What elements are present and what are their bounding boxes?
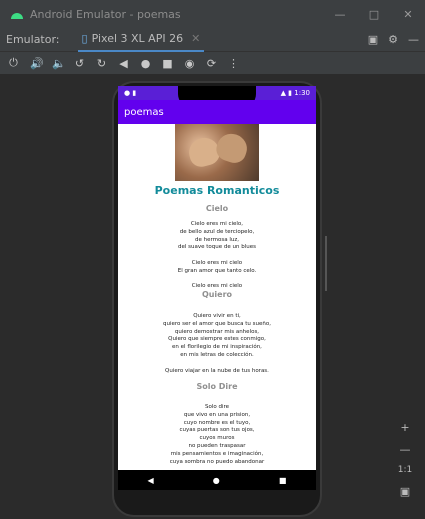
poem-cielo: Cielo eres mi cielo, de bello azul de te… bbox=[177, 221, 257, 288]
app-title: poemas bbox=[124, 106, 164, 118]
power-icon[interactable]: ⏻ bbox=[8, 56, 19, 70]
scrollbar[interactable] bbox=[325, 236, 327, 291]
ratio-button[interactable]: 1:1 bbox=[396, 465, 414, 475]
emulator-tabbar: Emulator: ▯ Pixel 3 XL API 26 ✕ ▣ ⚙ — bbox=[0, 28, 425, 52]
section-title-solo-dire: Solo Dire bbox=[196, 382, 238, 391]
section-title-quiero: Quiero bbox=[201, 290, 233, 299]
poem-content[interactable]: Poemas Romanticos Cielo Cielo eres mi ci… bbox=[118, 124, 316, 468]
poem-solo-dire: Solo dire que vivo en una prision, cuyo … bbox=[169, 404, 265, 465]
minimize-button[interactable]: — bbox=[323, 8, 357, 21]
volume-up-icon[interactable]: 🔊 bbox=[30, 57, 44, 70]
home-icon[interactable]: ● bbox=[140, 57, 151, 70]
maximize-button[interactable]: □ bbox=[357, 8, 391, 21]
nav-home-icon[interactable]: ● bbox=[213, 476, 220, 485]
emulator-label: Emulator: bbox=[6, 33, 60, 46]
hearts-image bbox=[175, 124, 259, 181]
window-title: Android Emulator - poemas bbox=[30, 7, 181, 21]
overview-icon[interactable]: ■ bbox=[162, 57, 173, 70]
emulator-toolbar: ⏻ 🔊 🔈 ↺ ↻ ◀ ● ■ ◉ ⟳ ⋮ bbox=[0, 52, 425, 74]
main-title: Poemas Romanticos bbox=[154, 184, 280, 197]
window-titlebar: Android Emulator - poemas — □ ✕ bbox=[0, 0, 425, 28]
screenshot-frame-icon[interactable]: ▣ bbox=[396, 485, 414, 498]
camera-icon[interactable]: ◉ bbox=[184, 57, 195, 70]
zoom-out-button[interactable]: — bbox=[396, 443, 414, 456]
hide-icon[interactable]: — bbox=[408, 33, 419, 46]
status-right: ▲ ▮ 1:30 bbox=[280, 89, 310, 97]
heart-icon bbox=[213, 130, 251, 166]
android-icon bbox=[11, 13, 23, 19]
device-screen[interactable]: ● ▮ ▲ ▮ 1:30 poemas Poemas Romanticos Ci… bbox=[118, 86, 316, 489]
tab-label: Pixel 3 XL API 26 bbox=[91, 32, 184, 45]
tab-device[interactable]: ▯ Pixel 3 XL API 26 ✕ bbox=[77, 28, 205, 52]
poem-quiero: Quiero vivir en ti, quiero ser el amor q… bbox=[163, 313, 271, 374]
more-icon[interactable]: ⋮ bbox=[228, 57, 239, 70]
device-icon: ▯ bbox=[81, 32, 88, 45]
status-time: 1:30 bbox=[294, 89, 310, 97]
device-navbar: ◀ ● ■ bbox=[118, 470, 316, 490]
back-icon[interactable]: ◀ bbox=[118, 57, 129, 70]
close-button[interactable]: ✕ bbox=[391, 8, 425, 21]
replay-icon[interactable]: ⟳ bbox=[206, 57, 217, 70]
tab-close-icon[interactable]: ✕ bbox=[191, 32, 200, 45]
section-title-cielo: Cielo bbox=[205, 204, 229, 213]
notification-icon: ● ▮ bbox=[124, 89, 137, 97]
app-bar: poemas bbox=[118, 100, 316, 124]
nav-overview-icon[interactable]: ■ bbox=[279, 476, 287, 485]
volume-down-icon[interactable]: 🔈 bbox=[52, 57, 66, 70]
window-mode-icon[interactable]: ▣ bbox=[368, 33, 378, 46]
gear-icon[interactable]: ⚙ bbox=[388, 33, 398, 46]
rotate-left-icon[interactable]: ↺ bbox=[74, 57, 85, 70]
rotate-right-icon[interactable]: ↻ bbox=[96, 57, 107, 70]
zoom-in-button[interactable]: + bbox=[396, 421, 414, 434]
nav-back-icon[interactable]: ◀ bbox=[148, 476, 154, 485]
